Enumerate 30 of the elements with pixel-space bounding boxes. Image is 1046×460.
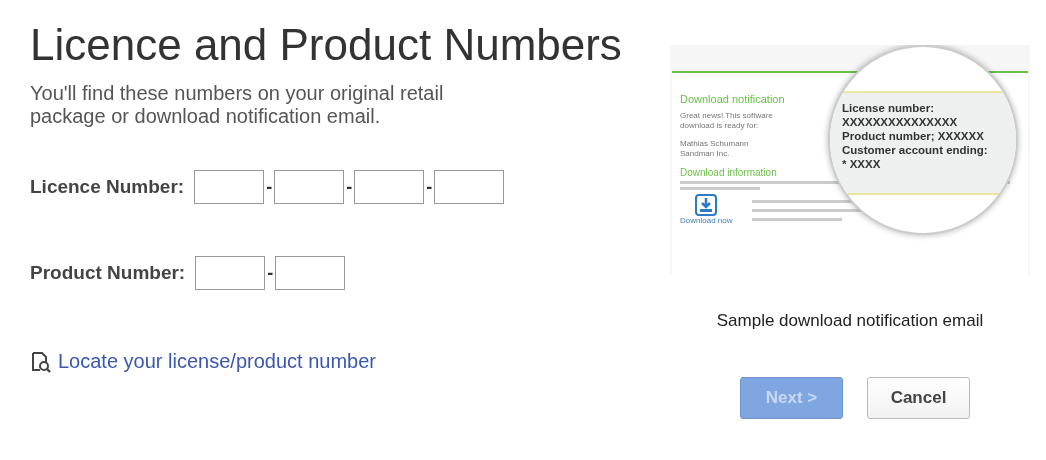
input-field[interactable]	[275, 256, 346, 290]
field-label: Licence Number:	[30, 176, 185, 198]
separator: -	[345, 176, 354, 198]
locate-link[interactable]: Locate your license/product number	[58, 350, 376, 373]
magnified-text: XXXXXXXXXXXXXXX	[842, 115, 959, 129]
download-label: Download now	[680, 216, 733, 225]
cancel-button[interactable]: Cancel	[867, 377, 970, 419]
input-field[interactable]	[195, 256, 266, 290]
separator: -	[266, 262, 275, 284]
download-icon	[695, 194, 718, 216]
email-text: Great news! This software download is ready for:	[680, 111, 774, 131]
magnified-text: Product number; XXXXXX	[842, 129, 985, 143]
separator: -	[425, 176, 434, 198]
input-field[interactable]	[354, 170, 425, 204]
input-field[interactable]	[434, 170, 505, 204]
magnified-text: License number:	[842, 101, 936, 115]
subtitle: You'll find these numbers on your original retail package or download notification email.	[30, 82, 445, 128]
email-text: Sandman Inc.	[680, 149, 731, 159]
magnified-text: * XXXX	[842, 157, 882, 171]
input-field[interactable]	[274, 170, 345, 204]
image-caption: Sample download notification email	[716, 311, 984, 331]
magnified-text: Customer account ending:	[842, 143, 989, 157]
email-heading: Download information	[680, 167, 778, 178]
field-label: Product Number:	[30, 262, 186, 284]
input-field[interactable]	[194, 170, 265, 204]
page-title: Licence and Product Numbers	[30, 20, 623, 70]
email-text: Mathias Schumann	[680, 139, 750, 149]
email-heading: Download notification	[680, 93, 786, 105]
separator: -	[265, 176, 274, 198]
document-search-icon	[30, 350, 52, 373]
